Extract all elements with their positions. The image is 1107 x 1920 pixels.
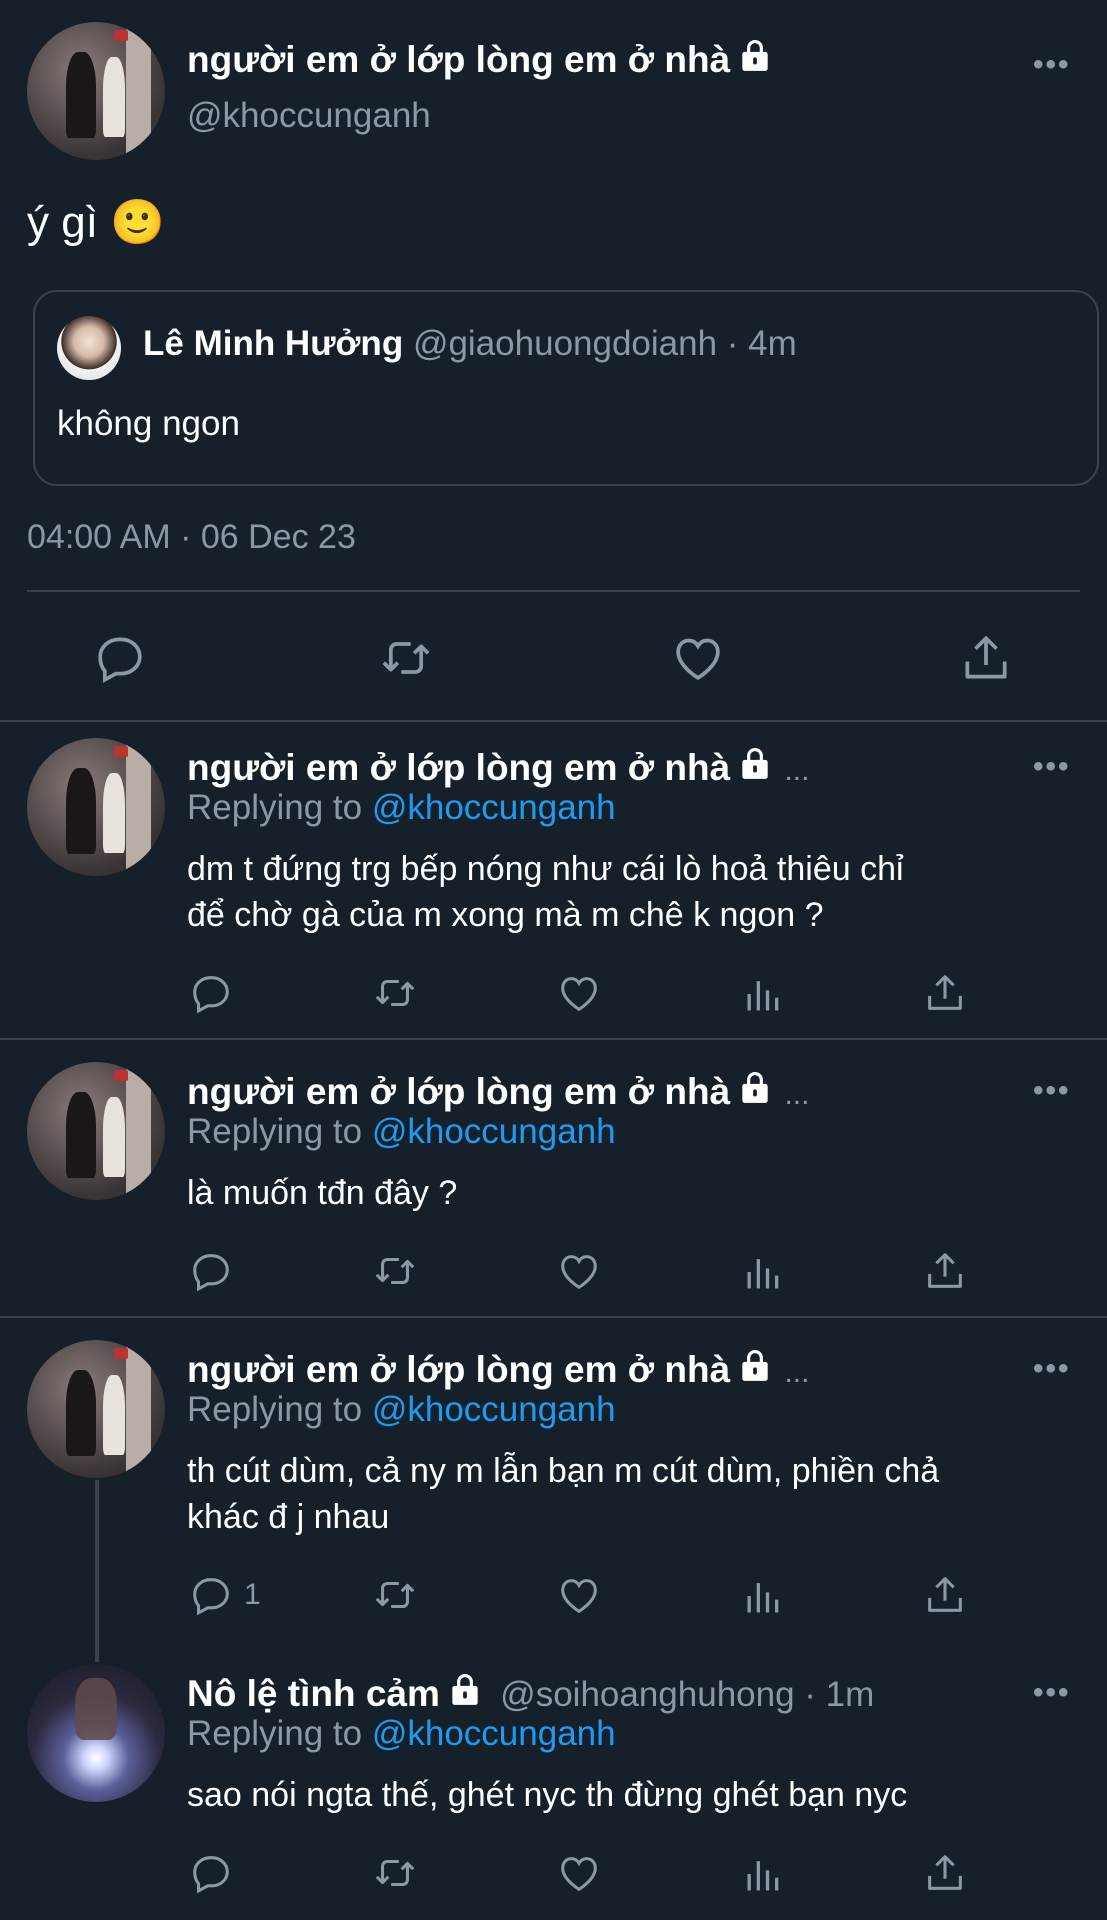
like-icon[interactable] (670, 630, 726, 686)
reply-text: th cút dùm, cả ny m lẫn bạn m cút dùm, p… (187, 1452, 940, 1536)
quote-display-name: Lê Minh Hưởng (143, 324, 404, 363)
divider (0, 720, 1107, 722)
display-name[interactable]: người em ở lớp lòng em ở nhà ... (187, 744, 809, 789)
retweet-icon[interactable] (372, 970, 418, 1016)
tweet-text: ý gì 🙂 (27, 198, 165, 247)
replying-to: Replying to @khoccunganh (187, 1714, 616, 1753)
retweet-icon[interactable] (372, 1248, 418, 1294)
reply-icon[interactable] (92, 630, 148, 686)
share-icon[interactable] (922, 1572, 968, 1618)
views-icon[interactable] (740, 1852, 784, 1896)
like-icon[interactable] (556, 970, 602, 1016)
reply-count: 1 (244, 1578, 261, 1611)
reply-icon[interactable] (188, 1850, 234, 1896)
share-icon[interactable] (922, 1850, 968, 1896)
reply-text: sao nói ngta thế, ghét nyc th đừng ghét … (187, 1776, 908, 1814)
share-icon[interactable] (958, 630, 1014, 686)
more-icon[interactable]: ••• (1033, 48, 1071, 82)
divider (0, 1038, 1107, 1040)
handle[interactable]: @khoccunganh (187, 96, 431, 136)
mention-link[interactable]: @khoccunganh (372, 1112, 616, 1151)
more-icon[interactable]: ••• (1033, 1676, 1071, 1710)
replying-to: Replying to @khoccunganh (187, 788, 616, 827)
retweet-icon[interactable] (372, 1572, 418, 1618)
lock-icon (736, 1068, 774, 1106)
views-icon[interactable] (740, 972, 784, 1016)
replying-to: Replying to @khoccunganh (187, 1112, 616, 1151)
quote-card[interactable]: Lê Minh Hưởng @giaohuongdoianh · 4m khôn… (33, 290, 1099, 486)
lock-icon (736, 744, 774, 782)
more-icon[interactable]: ••• (1033, 750, 1071, 784)
like-icon[interactable] (556, 1572, 602, 1618)
reply-text: là muốn tđn đây ? (187, 1174, 458, 1212)
like-icon[interactable] (556, 1850, 602, 1896)
avatar[interactable] (27, 1062, 165, 1200)
avatar[interactable] (27, 1340, 165, 1478)
avatar[interactable] (27, 738, 165, 876)
mention-link[interactable]: @khoccunganh (372, 1390, 616, 1429)
lock-icon (446, 1670, 484, 1708)
retweet-icon[interactable] (378, 630, 434, 686)
retweet-icon[interactable] (372, 1850, 418, 1896)
views-icon[interactable] (740, 1250, 784, 1294)
lock-icon (736, 36, 774, 74)
more-icon[interactable]: ••• (1033, 1352, 1071, 1386)
thread-line (95, 1480, 99, 1662)
more-icon[interactable]: ••• (1033, 1074, 1071, 1108)
quote-text: không ngon (57, 404, 240, 443)
quote-handle-time: @giaohuongdoianh · 4m (412, 324, 797, 363)
avatar[interactable] (27, 22, 165, 160)
replying-to: Replying to @khoccunganh (187, 1390, 616, 1429)
lock-icon (736, 1346, 774, 1384)
reply-icon[interactable] (188, 1248, 234, 1294)
display-name[interactable]: Nô lệ tình cảm @soihoanghuhong · 1m (187, 1670, 874, 1715)
mention-link[interactable]: @khoccunganh (372, 788, 616, 827)
display-name[interactable]: người em ở lớp lòng em ở nhà ... (187, 1068, 809, 1113)
divider (27, 590, 1080, 592)
share-icon[interactable] (922, 970, 968, 1016)
reply-text: dm t đứng trg bếp nóng như cái lò hoả th… (187, 850, 904, 934)
views-icon[interactable] (740, 1574, 784, 1618)
handle-time: @soihoanghuhong · 1m (500, 1675, 875, 1714)
reply-icon[interactable] (188, 1572, 234, 1618)
reply-icon[interactable] (188, 970, 234, 1016)
mention-link[interactable]: @khoccunganh (372, 1714, 616, 1753)
divider (0, 1316, 1107, 1318)
display-name[interactable]: người em ở lớp lòng em ở nhà ... (187, 1346, 809, 1391)
like-icon[interactable] (556, 1248, 602, 1294)
share-icon[interactable] (922, 1248, 968, 1294)
timestamp[interactable]: 04:00 AM · 06 Dec 23 (27, 518, 356, 557)
display-name[interactable]: người em ở lớp lòng em ở nhà (187, 36, 774, 81)
avatar[interactable] (27, 1664, 165, 1802)
quote-avatar (57, 316, 121, 380)
